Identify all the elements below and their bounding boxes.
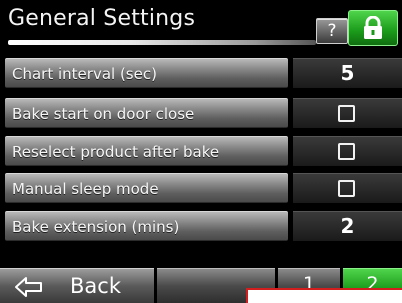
header: General Settings ? [0,0,402,58]
back-button[interactable]: Back [0,268,154,303]
setting-label-button[interactable]: Chart interval (sec) [5,58,288,88]
checkbox[interactable] [338,105,355,122]
setting-row-manual-sleep: Manual sleep mode [0,173,402,205]
back-arrow-icon [15,277,42,297]
chart-interval-value[interactable]: 5 [293,58,402,88]
checkbox[interactable] [338,180,355,197]
lock-button[interactable] [348,10,398,46]
setting-row-reselect-product: Reselect product after bake [0,136,402,168]
bake-extension-value[interactable]: 2 [293,211,402,241]
back-label: Back [70,274,121,298]
setting-label: Bake start on door close [12,105,195,123]
setting-row-bake-start: Bake start on door close [0,98,402,130]
setting-label: Chart interval (sec) [12,65,157,83]
checkbox[interactable] [338,143,355,160]
setting-label: Bake extension (mins) [12,218,180,236]
lock-icon [364,16,382,39]
bake-start-toggle[interactable] [293,98,402,128]
setting-label: Manual sleep mode [12,180,159,198]
setting-label: Reselect product after bake [12,143,220,161]
page-title: General Settings [8,6,196,31]
setting-row-chart-interval: Chart interval (sec) 5 [0,58,402,90]
reselect-product-toggle[interactable] [293,136,402,166]
setting-label-button[interactable]: Bake start on door close [5,98,288,128]
title-underline [8,40,316,45]
setting-label-button[interactable]: Manual sleep mode [5,173,288,203]
setting-label-button[interactable]: Reselect product after bake [5,136,288,166]
overlay-popup-edge [246,288,402,303]
setting-label-button[interactable]: Bake extension (mins) [5,211,288,241]
help-button[interactable]: ? [316,18,348,44]
setting-row-bake-extension: Bake extension (mins) 2 [0,211,402,243]
manual-sleep-toggle[interactable] [293,173,402,203]
value-text: 5 [340,61,355,85]
value-text: 2 [340,214,355,238]
